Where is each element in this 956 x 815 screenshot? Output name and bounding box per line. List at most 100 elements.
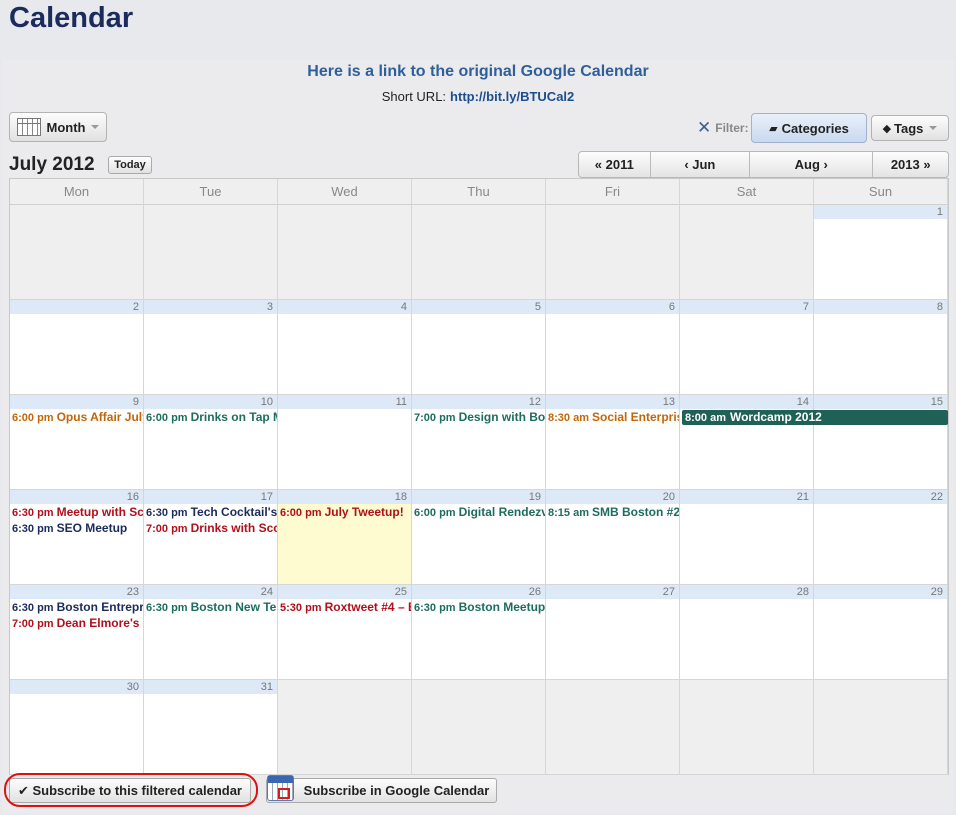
calendar-event[interactable]: 8:30 amSocial Enterprise <box>546 409 679 425</box>
calendar-event[interactable]: 7:00 pm Design with Bos <box>412 409 545 425</box>
day-cell[interactable]: 7 <box>680 300 814 395</box>
day-cell[interactable]: 25 5:30 pm Roxtweet #4 – B <box>278 585 412 680</box>
day-number: 7 <box>680 300 813 314</box>
event-time: 6:00 pm <box>280 507 322 519</box>
day-number: 30 <box>10 680 143 694</box>
event-title: Social Enterprise <box>591 410 679 424</box>
day-cell[interactable]: 26 6:30 pm Boston Meetup <box>412 585 546 680</box>
event-time: 6:30 pm <box>414 602 456 614</box>
tags-button[interactable]: ◆ Tags <box>871 115 949 141</box>
next-month-button[interactable]: Aug › <box>750 152 874 177</box>
short-url-link[interactable]: http://bit.ly/BTUCal2 <box>450 89 574 104</box>
day-cell[interactable]: 19 6:00 pm Digital Rendezv <box>412 490 546 585</box>
day-number: 22 <box>814 490 947 504</box>
day-cell[interactable]: 1 <box>814 205 948 300</box>
short-url-label: Short URL: <box>381 89 447 104</box>
day-cell[interactable]: 28 <box>680 585 814 680</box>
month-navigation: « 2011 ‹ Jun Aug › 2013 » <box>578 151 949 178</box>
original-calendar-link[interactable]: Here is a link to the original Google Ca… <box>0 63 956 81</box>
event-time: 8:30 am <box>548 412 589 424</box>
calendar-event[interactable]: 6:30 pm Boston New Te <box>144 599 277 615</box>
event-title: SMB Boston #2 <box>591 505 679 519</box>
calendar-event[interactable]: 6:00 pm Drinks on Tap M <box>144 409 277 425</box>
day-cell[interactable]: 22 <box>814 490 948 585</box>
event-title: Tech Cocktail's <box>190 505 277 519</box>
day-cell[interactable]: 20 8:15 am SMB Boston #2 <box>546 490 680 585</box>
day-cell <box>680 205 814 300</box>
today-button[interactable]: Today <box>108 156 152 174</box>
day-cell[interactable]: 2 <box>10 300 144 395</box>
day-cell[interactable]: 31 <box>144 680 278 775</box>
tag-icon: ◆ <box>882 122 892 135</box>
day-cell <box>680 680 814 775</box>
event-title: Drinks on Tap M <box>190 410 277 424</box>
day-cell[interactable]: 138:30 amSocial Enterprise <box>546 395 680 490</box>
day-cell[interactable]: 30 <box>10 680 144 775</box>
day-number: 5 <box>412 300 545 314</box>
day-number: 13 <box>546 395 679 409</box>
day-cell[interactable]: 17 6:30 pm Tech Cocktail's 7:00 pm Drinks wi… <box>144 490 278 585</box>
event-title: Boston New Te <box>190 600 277 614</box>
day-number: 21 <box>680 490 813 504</box>
day-cell[interactable]: 5 <box>412 300 546 395</box>
weekday-header: Sun <box>814 179 948 205</box>
event-title: Drinks with Sco <box>190 521 277 535</box>
subscribe-google-button[interactable]: Subscribe in Google Calendar <box>266 778 497 803</box>
prev-month-button[interactable]: ‹ Jun <box>651 152 751 177</box>
calendar-event[interactable]: 6:30 pm Tech Cocktail's <box>144 504 277 520</box>
calendar-event[interactable]: 6:00 pm July Tweetup! <box>278 504 411 520</box>
event-time: 6:00 pm <box>146 412 188 424</box>
month-view-button[interactable]: Month <box>9 112 107 142</box>
filter-label: ✕ Filter: <box>697 118 749 138</box>
day-cell[interactable]: 9 6:00 pm Opus Affair July <box>10 395 144 490</box>
calendar-event[interactable]: 7:00 pm Dean Elmore's S <box>10 615 143 631</box>
day-number: 2 <box>10 300 143 314</box>
day-number: 27 <box>546 585 679 599</box>
event-title: Digital Rendezv <box>458 505 545 519</box>
day-number: 12 <box>412 395 545 409</box>
event-time: 6:30 pm <box>12 602 54 614</box>
weekday-header: Sat <box>680 179 814 205</box>
day-cell[interactable]: 24 6:30 pm Boston New Te <box>144 585 278 680</box>
event-title: SEO Meetup <box>56 521 128 535</box>
event-time: 7:00 pm <box>414 412 456 424</box>
event-time: 6:30 pm <box>12 523 54 535</box>
weekday-header: Thu <box>412 179 546 205</box>
day-cell[interactable]: 3 <box>144 300 278 395</box>
calendar-event[interactable]: 6:30 pm Boston Meetup <box>412 599 545 615</box>
calendar-event[interactable]: 6:30 pm Meetup with Sc <box>10 504 143 520</box>
day-cell[interactable]: 21 <box>680 490 814 585</box>
chevron-down-icon <box>91 125 100 129</box>
day-number: 15 <box>814 395 947 409</box>
day-cell[interactable]: 8 <box>814 300 948 395</box>
calendar-event[interactable]: 6:30 pm SEO Meetup <box>10 520 143 536</box>
calendar-grid-icon <box>16 118 41 136</box>
day-cell[interactable]: 11 <box>278 395 412 490</box>
day-cell <box>144 205 278 300</box>
calendar-event[interactable]: 6:30 pm Boston Entrepr <box>10 599 143 615</box>
day-cell <box>546 680 680 775</box>
multi-day-event[interactable]: 8:00 am Wordcamp 2012 <box>682 410 948 425</box>
event-time: 8:15 am <box>548 507 589 519</box>
categories-button[interactable]: ▰ Categories <box>751 113 867 143</box>
clear-filter-icon[interactable]: ✕ <box>697 118 711 138</box>
event-title: Opus Affair July <box>56 410 143 424</box>
day-cell[interactable]: 10 6:00 pm Drinks on Tap M <box>144 395 278 490</box>
calendar-event[interactable]: 6:00 pm Digital Rendezv <box>412 504 545 520</box>
day-cell[interactable]: 6 <box>546 300 680 395</box>
calendar-event[interactable]: 6:00 pm Opus Affair July <box>10 409 143 425</box>
day-cell[interactable]: 29 <box>814 585 948 680</box>
event-time: 6:30 pm <box>146 507 188 519</box>
day-cell[interactable]: 16 6:30 pm Meetup with Sc 6:30 pm SEO Meetup <box>10 490 144 585</box>
calendar-event[interactable]: 8:15 am SMB Boston #2 <box>546 504 679 520</box>
calendar-event[interactable]: 7:00 pm Drinks with Sco <box>144 520 277 536</box>
day-cell[interactable]: 4 <box>278 300 412 395</box>
day-cell[interactable]: 23 6:30 pm Boston Entrepr 7:00 pm Dean Elmor… <box>10 585 144 680</box>
prev-year-button[interactable]: « 2011 <box>579 152 651 177</box>
next-year-button[interactable]: 2013 » <box>873 152 948 177</box>
calendar-event[interactable]: 5:30 pm Roxtweet #4 – B <box>278 599 411 615</box>
day-number: 18 <box>278 490 411 504</box>
day-cell[interactable]: 12 7:00 pm Design with Bos <box>412 395 546 490</box>
day-cell[interactable]: 18 6:00 pm July Tweetup! <box>278 490 412 585</box>
day-cell[interactable]: 27 <box>546 585 680 680</box>
